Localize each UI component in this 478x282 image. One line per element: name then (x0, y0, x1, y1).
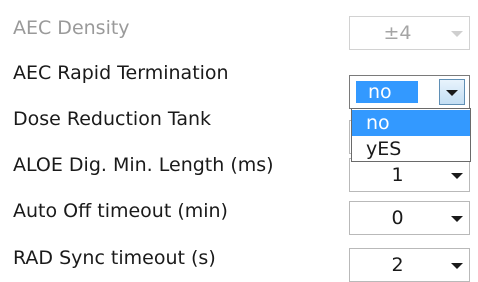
chevron-down-icon (451, 263, 463, 269)
aloe-dig-min-length-select[interactable]: 1 (349, 158, 470, 192)
rad-sync-timeout-select[interactable]: 2 (349, 248, 470, 282)
chevron-down-icon (451, 173, 463, 179)
aec-density-value: ±4 (383, 22, 412, 44)
aec-rapid-termination-label: AEC Rapid Termination (13, 62, 229, 84)
aec-rapid-termination-select[interactable]: no (349, 75, 470, 109)
dropdown-option-no[interactable]: no (352, 110, 470, 136)
aec-density-select: ±4 (349, 16, 470, 50)
chevron-down-icon (446, 90, 458, 96)
aec-density-label: AEC Density (13, 17, 130, 39)
chevron-down-icon (451, 31, 463, 37)
dropdown-button[interactable] (439, 79, 465, 105)
aloe-dig-min-length-label: ALOE Dig. Min. Length (ms) (13, 154, 274, 176)
settings-panel: AEC Density AEC Rapid Termination Dose R… (0, 0, 478, 282)
dose-reduction-tank-label: Dose Reduction Tank (13, 108, 212, 130)
dropdown-option-yes[interactable]: yES (352, 136, 470, 162)
auto-off-timeout-label: Auto Off timeout (min) (13, 200, 228, 222)
chevron-down-icon (451, 216, 463, 222)
aec-rapid-termination-value: no (356, 81, 418, 103)
dropdown-list: no yES (351, 108, 471, 162)
rad-sync-timeout-label: RAD Sync timeout (s) (13, 247, 216, 269)
rad-sync-timeout-value: 2 (391, 254, 404, 276)
aloe-dig-min-length-value: 1 (391, 164, 404, 186)
auto-off-timeout-select[interactable]: 0 (349, 201, 470, 235)
auto-off-timeout-value: 0 (391, 207, 404, 229)
